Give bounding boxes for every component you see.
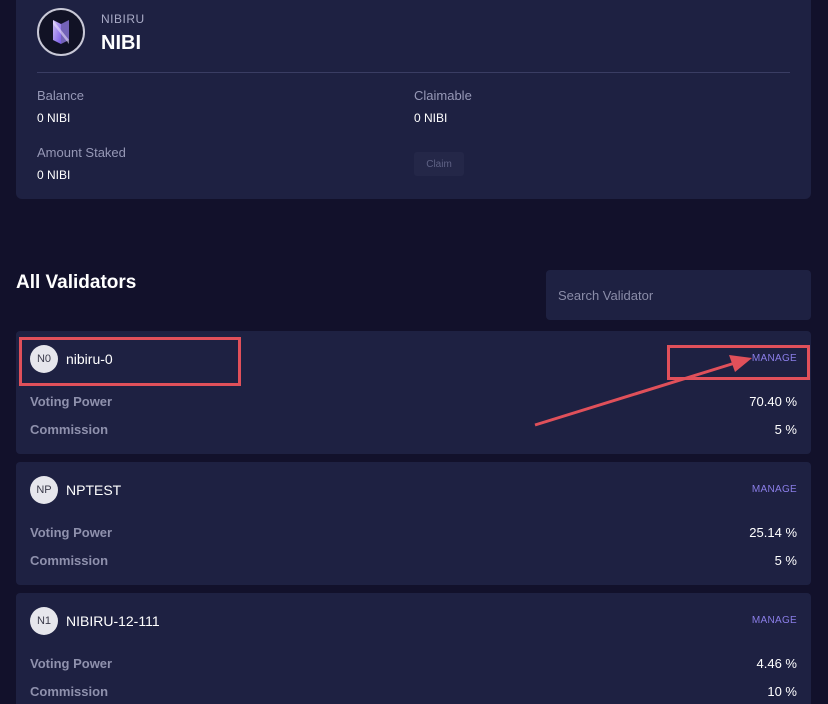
nibiru-logo-icon [37,8,85,56]
amount-staked-value: 0 NIBI [37,168,71,182]
validator-name: NIBIRU-12-111 [66,613,160,629]
commission-label: Commission [30,553,109,568]
commission-label: Commission [30,684,109,699]
claim-button[interactable]: Claim [414,152,464,176]
avatar: N1 [30,607,58,635]
token-name: NIBI [101,32,141,54]
highlight-box-validator [19,337,241,386]
token-network-label: NIBIRU [101,12,145,26]
voting-power-value: 4.46 % [756,656,797,671]
avatar: NP [30,476,58,504]
balance-label: Balance [37,88,84,103]
commission-value: 5 % [774,422,797,437]
validator-card: NP NPTEST MANAGE Voting Power 25.14 % Co… [16,462,811,585]
commission-value: 5 % [774,553,797,568]
balance-value: 0 NIBI [37,111,71,125]
manage-button[interactable]: MANAGE [752,615,797,626]
manage-button[interactable]: MANAGE [752,484,797,495]
validator-card: N1 NIBIRU-12-111 MANAGE Voting Power 4.4… [16,593,811,704]
amount-staked-label: Amount Staked [37,145,126,160]
claimable-value: 0 NIBI [414,111,448,125]
search-validator-input[interactable] [546,270,811,320]
commission-value: 10 % [767,684,797,699]
voting-power-label: Voting Power [30,656,113,671]
validator-name: NPTEST [66,482,122,498]
highlight-box-manage [667,345,810,380]
voting-power-value: 70.40 % [749,394,797,409]
section-title: All Validators [16,272,137,293]
voting-power-value: 25.14 % [749,525,797,540]
voting-power-label: Voting Power [30,525,113,540]
divider [37,72,790,73]
token-card: NIBIRU NIBI Balance 0 NIBI Claimable 0 N… [16,0,811,199]
claimable-label: Claimable [414,88,472,103]
voting-power-label: Voting Power [30,394,113,409]
commission-label: Commission [30,422,109,437]
